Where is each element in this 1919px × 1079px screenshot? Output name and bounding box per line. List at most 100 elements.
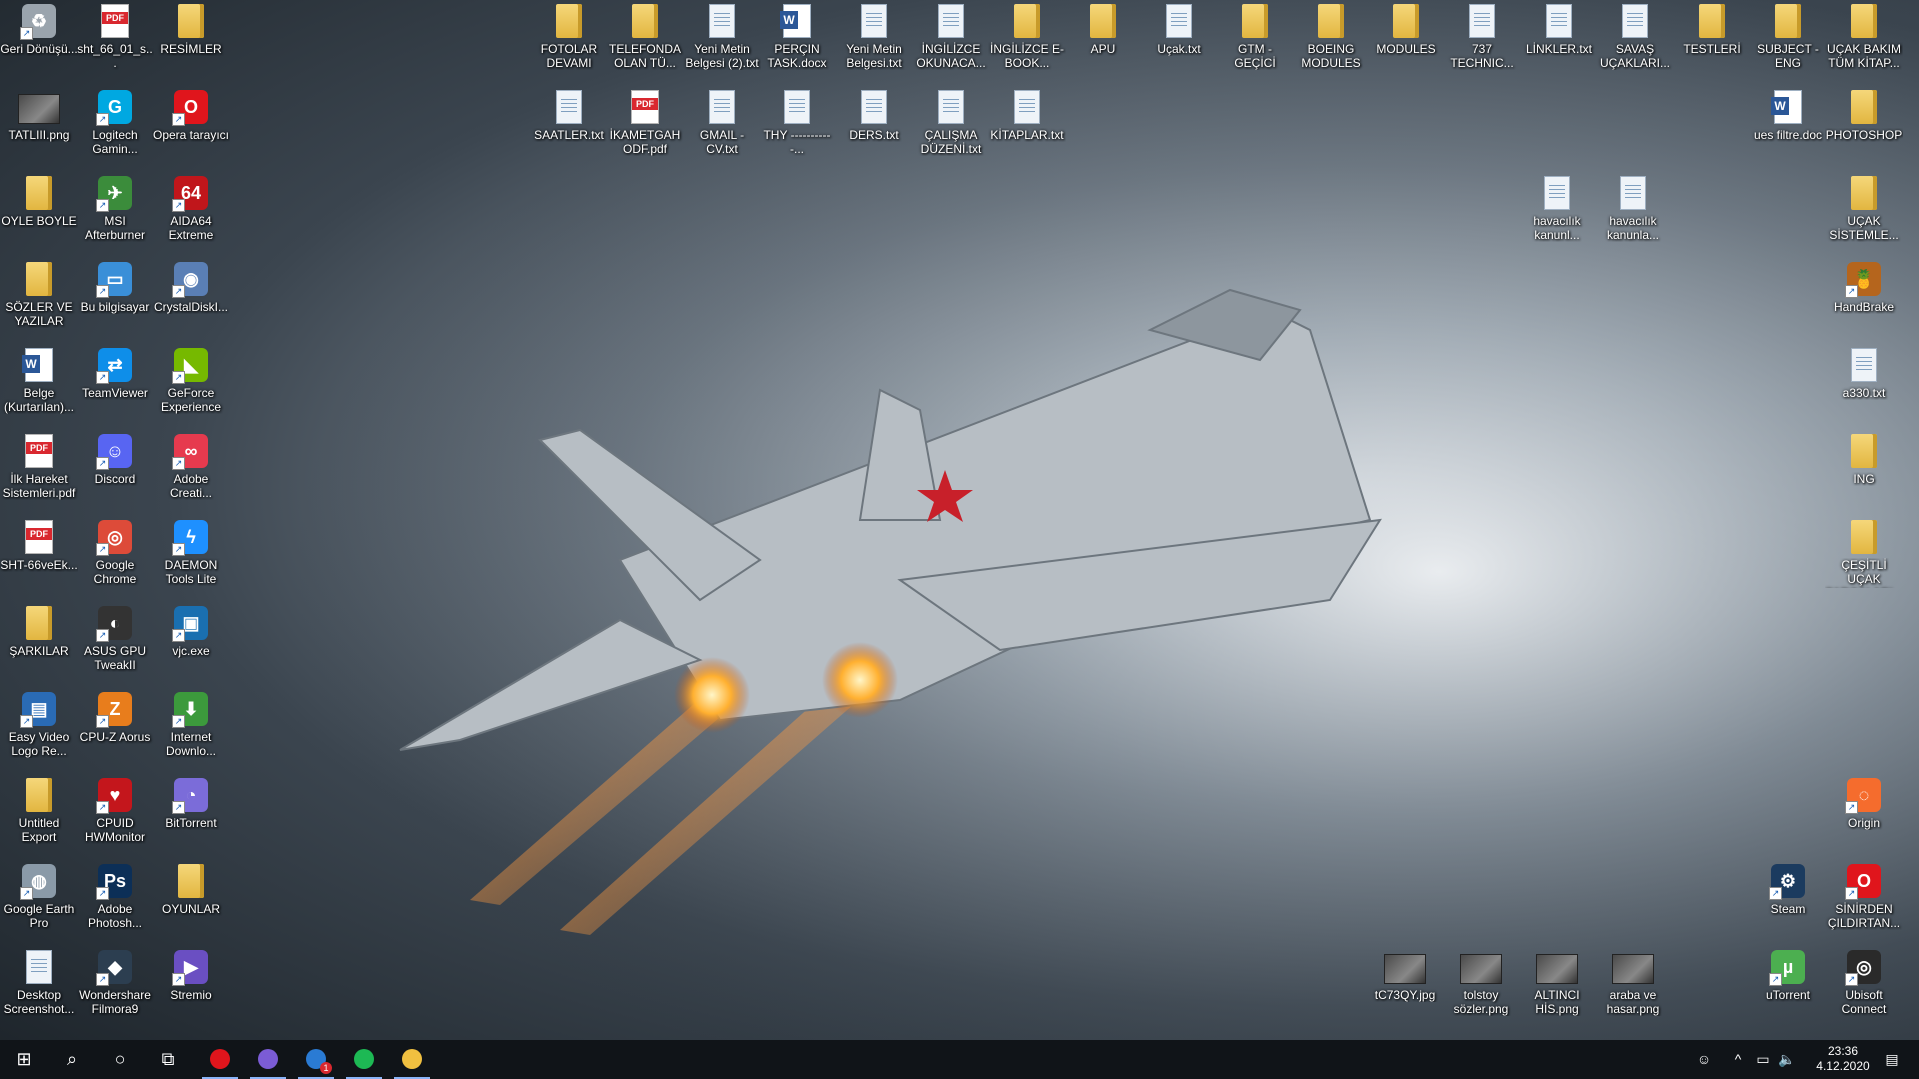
desktop-icon[interactable]: ◌ Origin [1825, 774, 1903, 860]
desktop-icon[interactable]: ◔ BitTorrent [152, 774, 230, 860]
desktop-icon[interactable]: SAVAŞ UÇAKLARI... [1596, 0, 1674, 86]
desktop-icon[interactable]: MODULES [1367, 0, 1445, 86]
desktop-icon[interactable]: ⚙ Steam [1749, 860, 1827, 946]
desktop-icon[interactable]: G Logitech Gamin... [76, 86, 154, 172]
desktop-icon[interactable]: THY -----------... [758, 86, 836, 172]
desktop-icon[interactable]: ◆ Wondershare Filmora9 [76, 946, 154, 1032]
cortana-button[interactable]: ○ [96, 1040, 144, 1079]
taskbar-app-spotify[interactable] [340, 1040, 388, 1079]
desktop-icon[interactable]: havacılık kanunla... [1594, 172, 1672, 258]
image-file-icon [1384, 954, 1426, 984]
desktop-icon[interactable]: ⇄ TeamViewer [76, 344, 154, 430]
desktop-icon[interactable]: ŞARKILAR [0, 602, 78, 688]
desktop-icon[interactable]: SUBJECT - ENG [1749, 0, 1827, 86]
action-center-button[interactable]: ▤ [1872, 1040, 1912, 1079]
people-button[interactable]: ☺ [1690, 1040, 1718, 1079]
chrome-icon: ◎ [96, 520, 132, 556]
desktop-icon[interactable]: Yeni Metin Belgesi (2).txt [683, 0, 761, 86]
desktop-icon[interactable]: ☺ Discord [76, 430, 154, 516]
desktop-icon[interactable]: ◐ ASUS GPU TweakII [76, 602, 154, 688]
volume-button[interactable]: 🔈 [1776, 1040, 1798, 1079]
desktop-icon[interactable]: ▤ Easy Video Logo Re... [0, 688, 78, 774]
desktop-icon[interactable]: İKAMETGAH ODF.pdf [606, 86, 684, 172]
desktop-icon[interactable]: LİNKLER.txt [1520, 0, 1598, 86]
desktop-icon[interactable]: Belge (Kurtarılan)... [0, 344, 78, 430]
desktop-icon[interactable]: Z CPU-Z Aorus [76, 688, 154, 774]
taskbar-app-opera[interactable] [196, 1040, 244, 1079]
desktop-icon[interactable]: ▭ Bu bilgisayar [76, 258, 154, 344]
desktop-icon[interactable]: ▣ vjc.exe [152, 602, 230, 688]
desktop-icon[interactable]: tC73QY.jpg [1366, 946, 1444, 1032]
desktop-icon[interactable]: KİTAPLAR.txt [988, 86, 1066, 172]
desktop-icon[interactable]: tolstoy sözler.png [1442, 946, 1520, 1032]
desktop-icon[interactable]: O SİNİRDEN ÇILDIRTAN... [1825, 860, 1903, 946]
desktop-icon[interactable]: İNGİLİZCE E-BOOK... [988, 0, 1066, 86]
desktop-icon[interactable]: ÇEŞİTLİ UÇAK PARÇALARI... [1825, 516, 1903, 602]
desktop-icon[interactable]: ♻ Geri Dönüşü... [0, 0, 78, 86]
desktop-icon[interactable]: araba ve hasar.png [1594, 946, 1672, 1032]
taskbar-app-file-explorer[interactable] [388, 1040, 436, 1079]
desktop[interactable]: ♻ Geri Dönüşü...sht_66_01_s... RESİMLER TAT… [0, 0, 1919, 1040]
desktop-icon[interactable]: ◣ GeForce Experience [152, 344, 230, 430]
desktop-icon[interactable]: ♥ CPUID HWMonitor [76, 774, 154, 860]
pdf-file-icon [25, 520, 53, 554]
network-button[interactable]: ▭ [1752, 1040, 1774, 1079]
desktop-icon[interactable]: PHOTOSHOP [1825, 86, 1903, 172]
task-view-button[interactable]: ⧉ [144, 1040, 192, 1079]
desktop-icon[interactable]: 🍍 HandBrake [1825, 258, 1903, 344]
desktop-icon[interactable]: 64 AIDA64 Extreme [152, 172, 230, 258]
desktop-icon[interactable]: GTM - GEÇİCİ [1216, 0, 1294, 86]
desktop-icon[interactable]: O Opera tarayıcı [152, 86, 230, 172]
taskbar-app-store[interactable]: 1 [292, 1040, 340, 1079]
desktop-icon[interactable]: UÇAK BAKIM TÜM KİTAP... [1825, 0, 1903, 86]
desktop-icon[interactable]: ◎ Google Chrome [76, 516, 154, 602]
desktop-icon[interactable]: DERS.txt [835, 86, 913, 172]
desktop-icon[interactable]: ING [1825, 430, 1903, 516]
desktop-icon[interactable]: FOTOLAR DEVAMI [530, 0, 608, 86]
desktop-icon[interactable]: sht_66_01_s... [76, 0, 154, 86]
desktop-icon[interactable]: ues filtre.doc [1749, 86, 1827, 172]
desktop-icon[interactable]: İNGİLİZCE OKUNACA... [912, 0, 990, 86]
desktop-icon[interactable]: 737 TECHNIC... [1443, 0, 1521, 86]
desktop-icon[interactable]: UÇAK SİSTEMLE... [1825, 172, 1903, 258]
desktop-icon[interactable]: GMAIL - CV.txt [683, 86, 761, 172]
desktop-icon[interactable]: TESTLERİ [1673, 0, 1751, 86]
desktop-icon[interactable]: SÖZLER VE YAZILAR [0, 258, 78, 344]
desktop-icon[interactable]: havacılık kanunl... [1518, 172, 1596, 258]
desktop-icon[interactable]: RESİMLER [152, 0, 230, 86]
desktop-icon[interactable]: OYLE BOYLE [0, 172, 78, 258]
desktop-icon[interactable]: Yeni Metin Belgesi.txt [835, 0, 913, 86]
desktop-icon[interactable]: SHT-66veEk... [0, 516, 78, 602]
desktop-icon[interactable]: ▶ Stremio [152, 946, 230, 1032]
desktop-icon[interactable]: Untitled Export [0, 774, 78, 860]
show-hidden-icons-button[interactable]: ^ [1726, 1040, 1750, 1079]
search-button[interactable]: ⌕ [48, 1040, 96, 1079]
desktop-icon[interactable]: ALTINCI HİS.png [1518, 946, 1596, 1032]
desktop-icon-label: ÇALIŞMA DÜZENİ.txt [920, 128, 982, 156]
desktop-icon[interactable]: ⬇ Internet Downlo... [152, 688, 230, 774]
desktop-icon[interactable]: ◎ Ubisoft Connect [1825, 946, 1903, 1032]
desktop-icon[interactable]: ◉ CrystalDiskI... [152, 258, 230, 344]
desktop-icon[interactable]: TELEFONDA OLAN TÜ... [606, 0, 684, 86]
desktop-icon[interactable]: ◍ Google Earth Pro [0, 860, 78, 946]
desktop-icon[interactable]: µ uTorrent [1749, 946, 1827, 1032]
desktop-icon[interactable]: TATLIII.png [0, 86, 78, 172]
desktop-icon[interactable]: Uçak.txt [1140, 0, 1218, 86]
desktop-icon[interactable]: Ps Adobe Photosh... [76, 860, 154, 946]
taskbar-app-stremio[interactable] [244, 1040, 292, 1079]
desktop-icon[interactable]: PERÇIN TASK.docx [758, 0, 836, 86]
desktop-icon[interactable]: ✈ MSI Afterburner [76, 172, 154, 258]
cpuz-icon: Z [96, 692, 132, 728]
desktop-icon[interactable]: SAATLER.txt [530, 86, 608, 172]
desktop-icon[interactable]: a330.txt [1825, 344, 1903, 430]
desktop-icon-label: HandBrake [1833, 300, 1895, 314]
desktop-icon[interactable]: APU [1064, 0, 1142, 86]
start-button[interactable]: ⊞ [0, 1040, 48, 1079]
desktop-icon[interactable]: Desktop Screenshot... [0, 946, 78, 1032]
desktop-icon[interactable]: ÇALIŞMA DÜZENİ.txt [912, 86, 990, 172]
desktop-icon[interactable]: İlk Hareket Sistemleri.pdf [0, 430, 78, 516]
desktop-icon[interactable]: BOEING MODULES [1292, 0, 1370, 86]
desktop-icon[interactable]: ∞ Adobe Creati... [152, 430, 230, 516]
desktop-icon[interactable]: OYUNLAR [152, 860, 230, 946]
desktop-icon[interactable]: ϟ DAEMON Tools Lite [152, 516, 230, 602]
